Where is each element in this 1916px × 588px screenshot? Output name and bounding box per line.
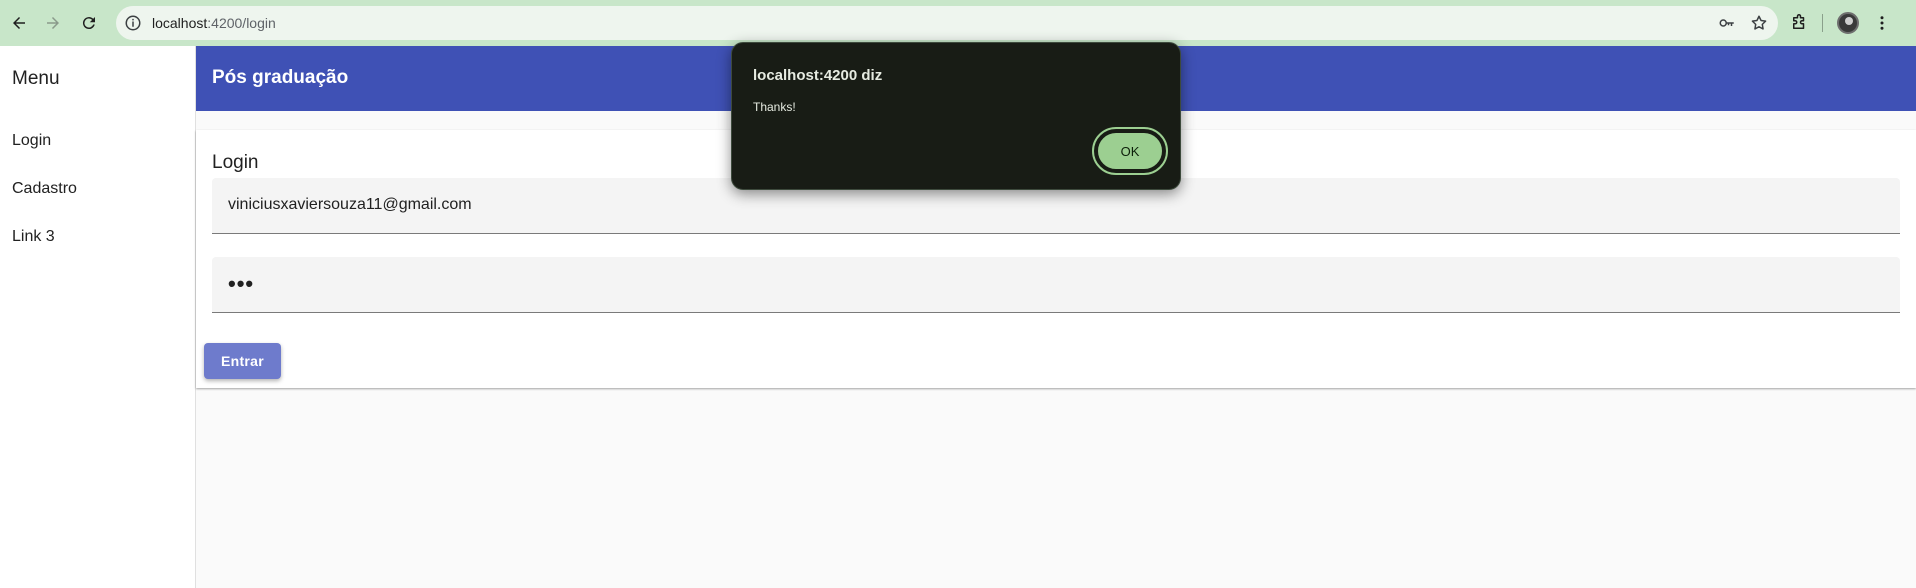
forward-icon	[47, 17, 59, 29]
more-menu-icon[interactable]	[1873, 14, 1891, 32]
address-bar[interactable]: localhost:4200/login	[116, 6, 1778, 40]
page-title: Pós graduação	[212, 67, 349, 88]
sidebar-title: Menu	[12, 68, 60, 89]
alert-message: Thanks!	[753, 100, 796, 114]
password-field[interactable]: •••	[212, 257, 1900, 313]
extensions-icon[interactable]	[1790, 14, 1808, 32]
url-host: localhost	[152, 15, 208, 31]
password-key-icon[interactable]	[1718, 14, 1736, 32]
ok-button[interactable]: OK	[1092, 127, 1168, 175]
reload-icon	[82, 17, 95, 30]
back-button[interactable]	[2, 6, 36, 40]
sidebar-item-link-3[interactable]: Link 3	[12, 228, 55, 246]
sidebar-item-cadastro[interactable]: Cadastro	[12, 180, 77, 198]
site-info-icon[interactable]	[124, 14, 142, 32]
password-value: •••	[228, 271, 255, 296]
sidebar: Menu Login Cadastro Link 3	[0, 46, 196, 588]
url-path: :4200/login	[207, 15, 276, 31]
forward-button[interactable]	[36, 6, 70, 40]
entrar-button[interactable]: Entrar	[204, 343, 281, 379]
reload-button[interactable]	[72, 6, 106, 40]
alert-dialog: localhost:4200 diz Thanks! OK	[731, 42, 1181, 190]
back-icon	[13, 17, 25, 29]
bookmark-star-icon[interactable]	[1750, 14, 1768, 32]
profile-avatar[interactable]	[1837, 12, 1859, 34]
browser-toolbar: localhost:4200/login	[0, 0, 1916, 46]
sidebar-item-login[interactable]: Login	[12, 132, 51, 150]
url-text: localhost:4200/login	[152, 15, 276, 31]
login-title: Login	[212, 152, 259, 173]
alert-title: localhost:4200 diz	[753, 67, 883, 84]
email-value: viniciusxaviersouza11@gmail.com	[228, 196, 472, 213]
toolbar-separator	[1822, 14, 1823, 32]
